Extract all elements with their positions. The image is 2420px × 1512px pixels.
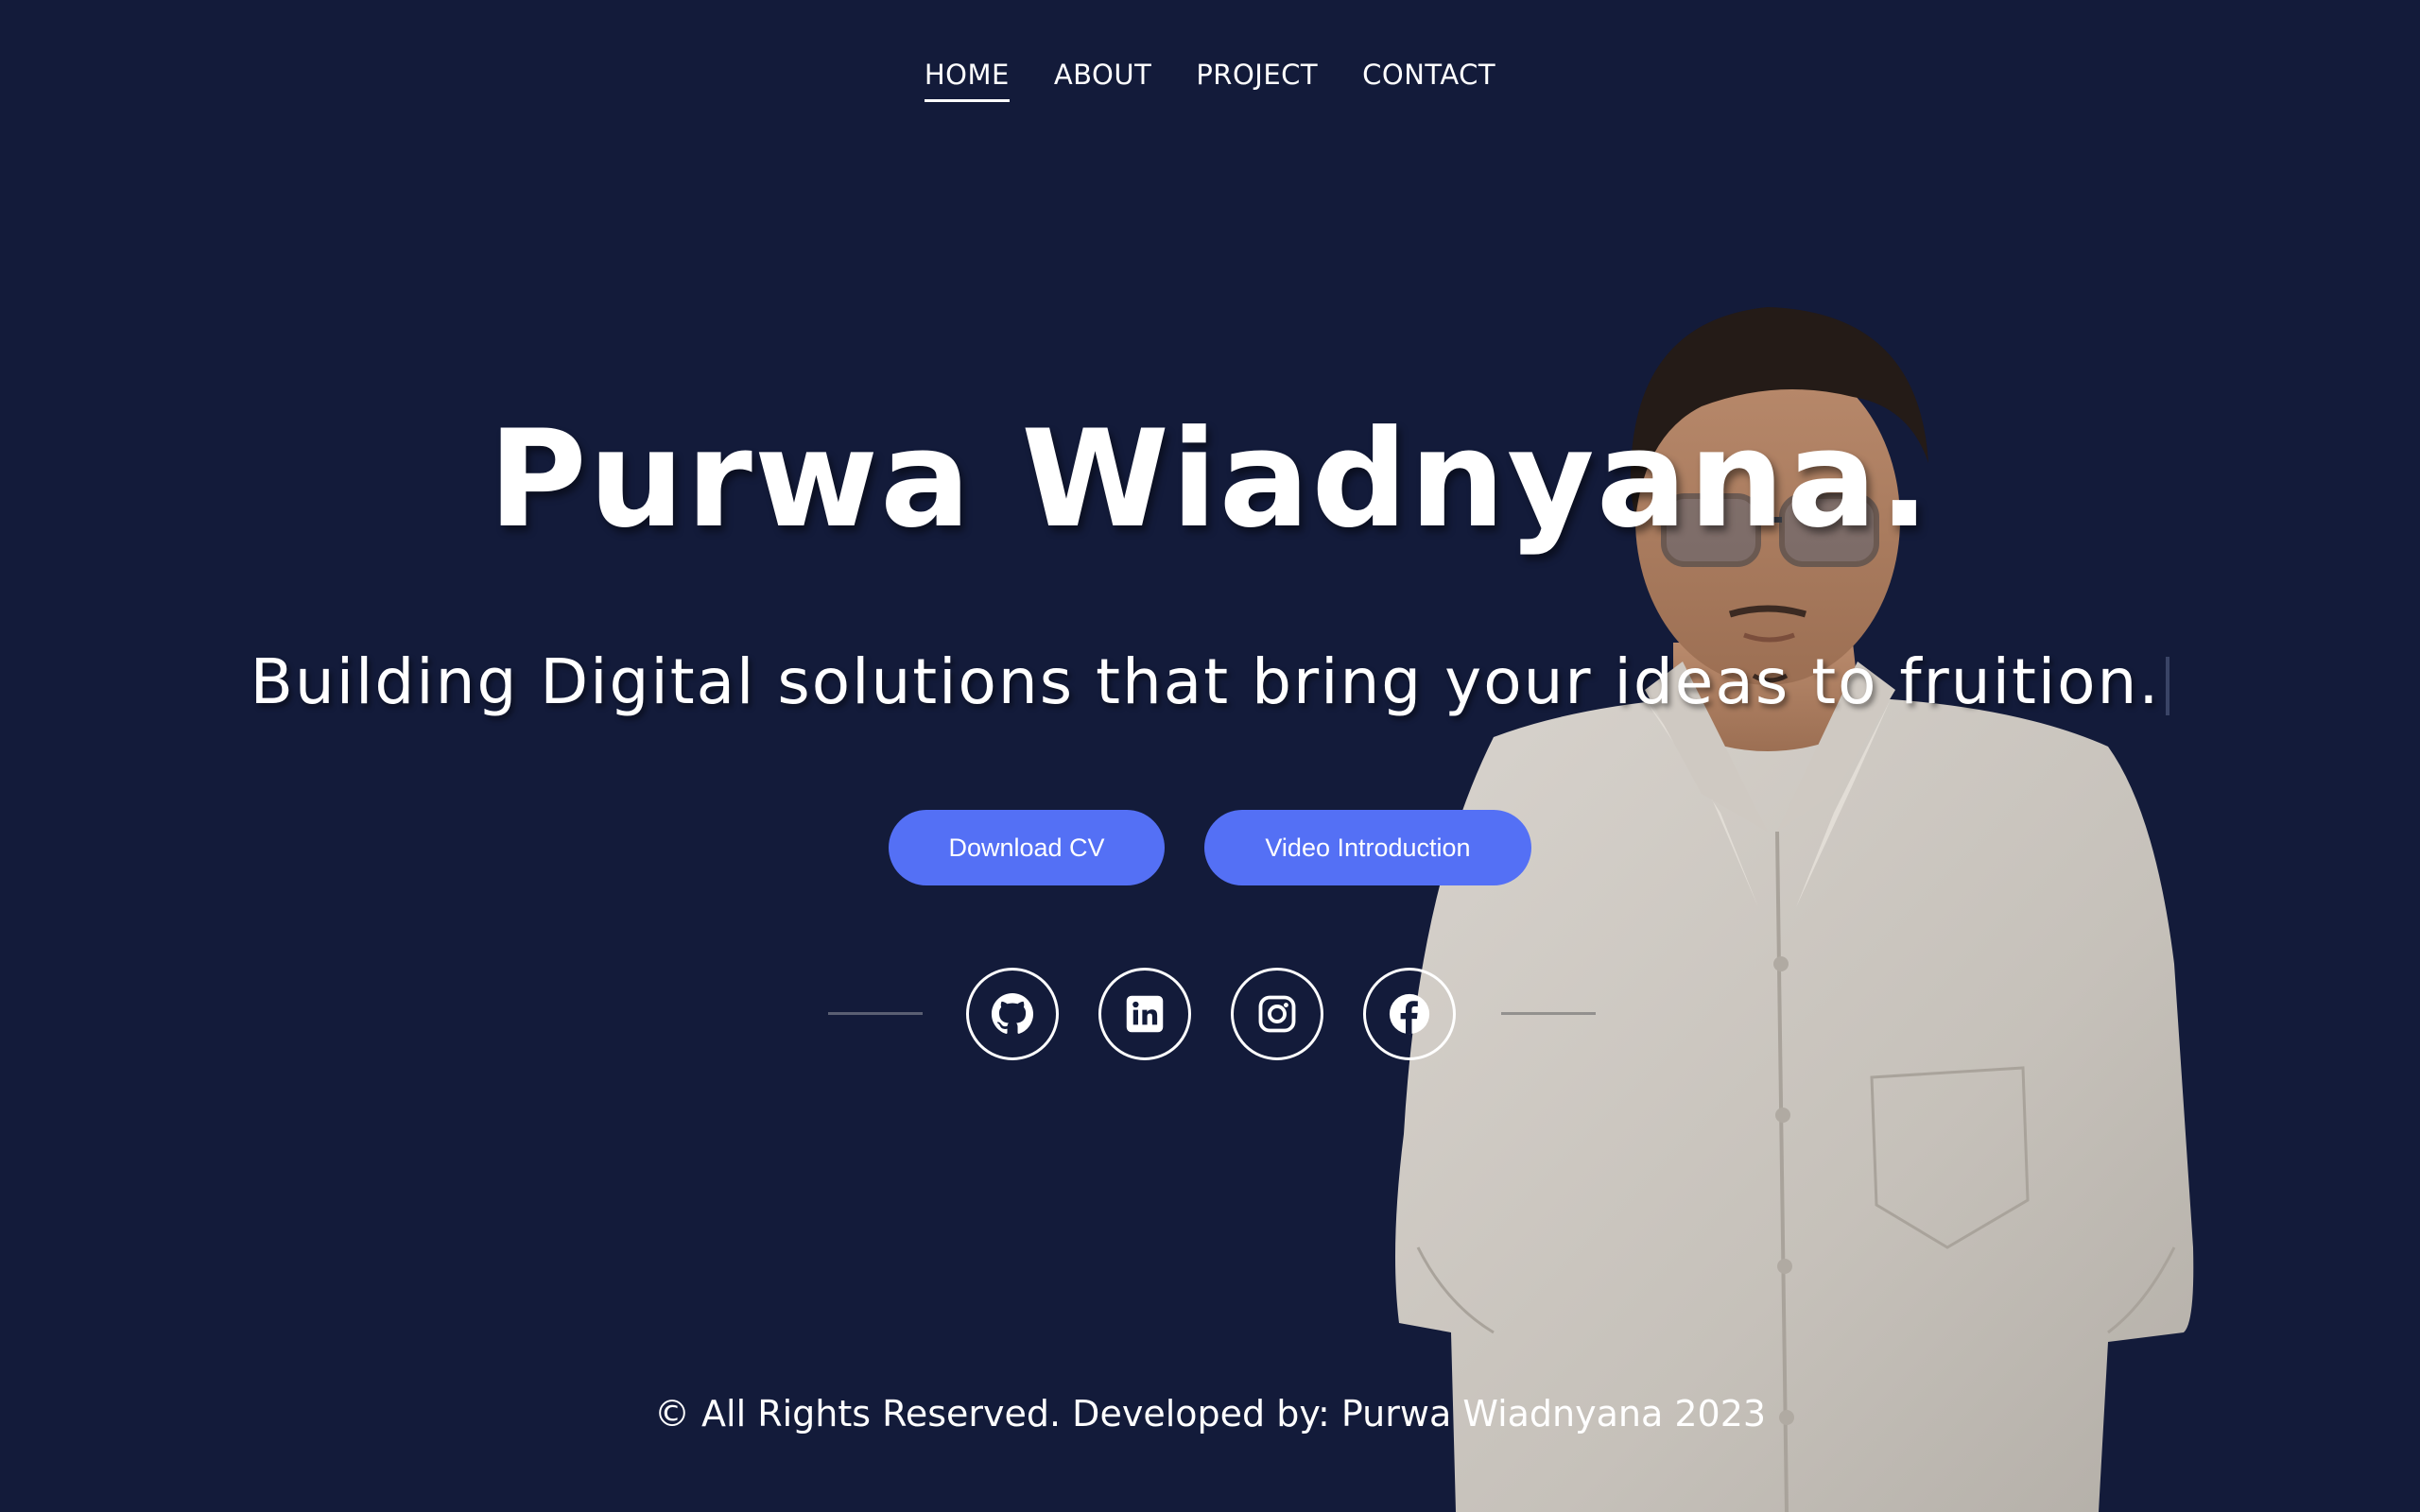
footer-copyright: © All Rights Reserved. Developed by: Pur…	[653, 1393, 1767, 1435]
hero-name: Purwa Wiadnyana.	[488, 402, 1932, 558]
nav-project[interactable]: PROJECT	[1196, 59, 1318, 102]
github-icon	[991, 992, 1034, 1034]
facebook-icon	[1389, 993, 1430, 1035]
social-divider-left	[828, 1012, 923, 1015]
download-cv-button[interactable]: Download CV	[889, 810, 1165, 885]
social-divider-right	[1501, 1012, 1596, 1015]
hero-tagline: Building Digital solutions that bring yo…	[0, 645, 2420, 718]
linkedin-link[interactable]	[1098, 968, 1191, 1060]
linkedin-icon	[1126, 995, 1164, 1033]
nav-contact[interactable]: CONTACT	[1362, 59, 1495, 102]
video-introduction-button[interactable]: Video Introduction	[1204, 810, 1531, 885]
main-nav: HOME ABOUT PROJECT CONTACT	[0, 59, 2420, 102]
page: HOME ABOUT PROJECT CONTACT Purwa Wiadnya…	[0, 0, 2420, 1512]
instagram-link[interactable]	[1231, 968, 1323, 1060]
github-link[interactable]	[966, 968, 1059, 1060]
instagram-icon	[1258, 995, 1296, 1033]
hero-buttons: Download CV Video Introduction	[0, 810, 2420, 885]
social-links	[966, 968, 1456, 1060]
nav-home[interactable]: HOME	[924, 59, 1010, 102]
hero-tagline-text: Building Digital solutions that bring yo…	[250, 645, 2161, 718]
facebook-link[interactable]	[1363, 968, 1456, 1060]
typing-caret	[2166, 656, 2170, 715]
nav-about[interactable]: ABOUT	[1054, 59, 1152, 102]
